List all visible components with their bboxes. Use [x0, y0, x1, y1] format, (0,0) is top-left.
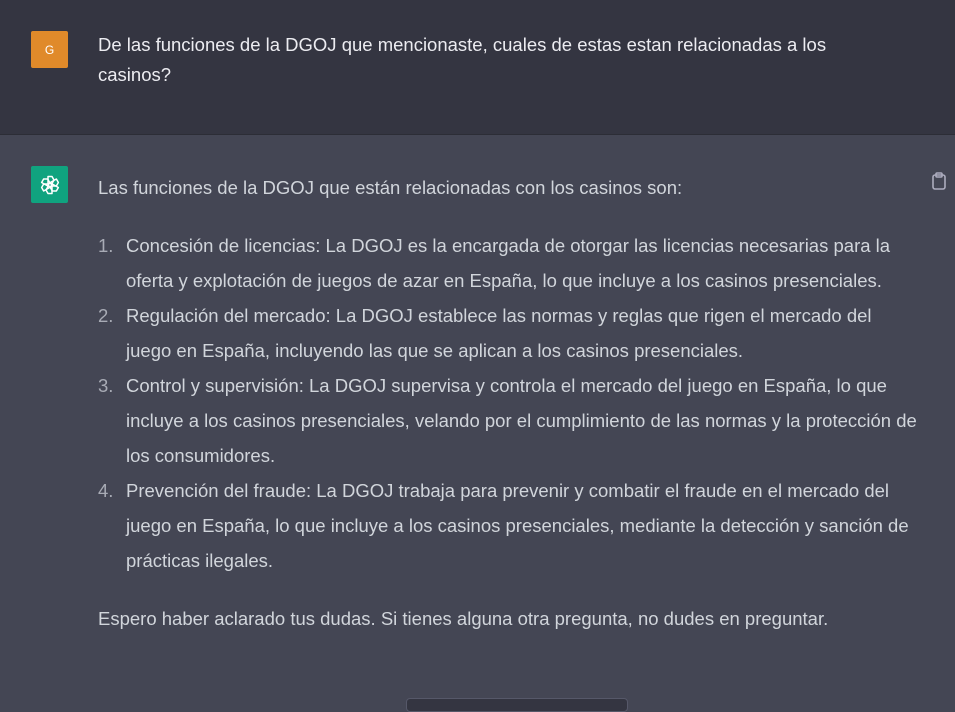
user-avatar: G [31, 31, 68, 68]
list-item: 2. Regulación del mercado: La DGOJ estab… [98, 298, 918, 368]
assistant-message-row: Las funciones de la DGOJ que están relac… [0, 135, 955, 705]
regenerate-response-button[interactable] [406, 698, 628, 712]
user-message-row: G De las funciones de la DGOJ que mencio… [0, 0, 955, 135]
openai-logo-icon [40, 175, 59, 194]
list-item: 3. Control y supervisión: La DGOJ superv… [98, 368, 918, 473]
list-item-number: 3. [98, 375, 114, 396]
assistant-closing: Espero haber aclarado tus dudas. Si tien… [98, 608, 829, 629]
list-item-number: 2. [98, 305, 114, 326]
list-item: 4. Prevención del fraude: La DGOJ trabaj… [98, 473, 918, 578]
copy-button[interactable] [929, 171, 949, 191]
user-avatar-initial: G [44, 42, 55, 57]
assistant-avatar [31, 166, 68, 203]
assistant-intro: Las funciones de la DGOJ que están relac… [98, 177, 683, 198]
user-message-text: De las funciones de la DGOJ que menciona… [98, 34, 827, 85]
list-item: 1. Concesión de licencias: La DGOJ es la… [98, 228, 918, 298]
list-item-number: 4. [98, 480, 114, 501]
functions-list: 1. Concesión de licencias: La DGOJ es la… [98, 228, 918, 578]
list-item-text: Control y supervisión: La DGOJ supervisa… [126, 375, 917, 466]
assistant-message-content: Las funciones de la DGOJ que están relac… [98, 170, 918, 636]
list-item-text: Prevención del fraude: La DGOJ trabaja p… [126, 480, 909, 571]
clipboard-icon [932, 172, 946, 190]
list-item-text: Regulación del mercado: La DGOJ establec… [126, 305, 872, 361]
list-item-text: Concesión de licencias: La DGOJ es la en… [126, 235, 891, 291]
list-item-number: 1. [98, 235, 114, 256]
